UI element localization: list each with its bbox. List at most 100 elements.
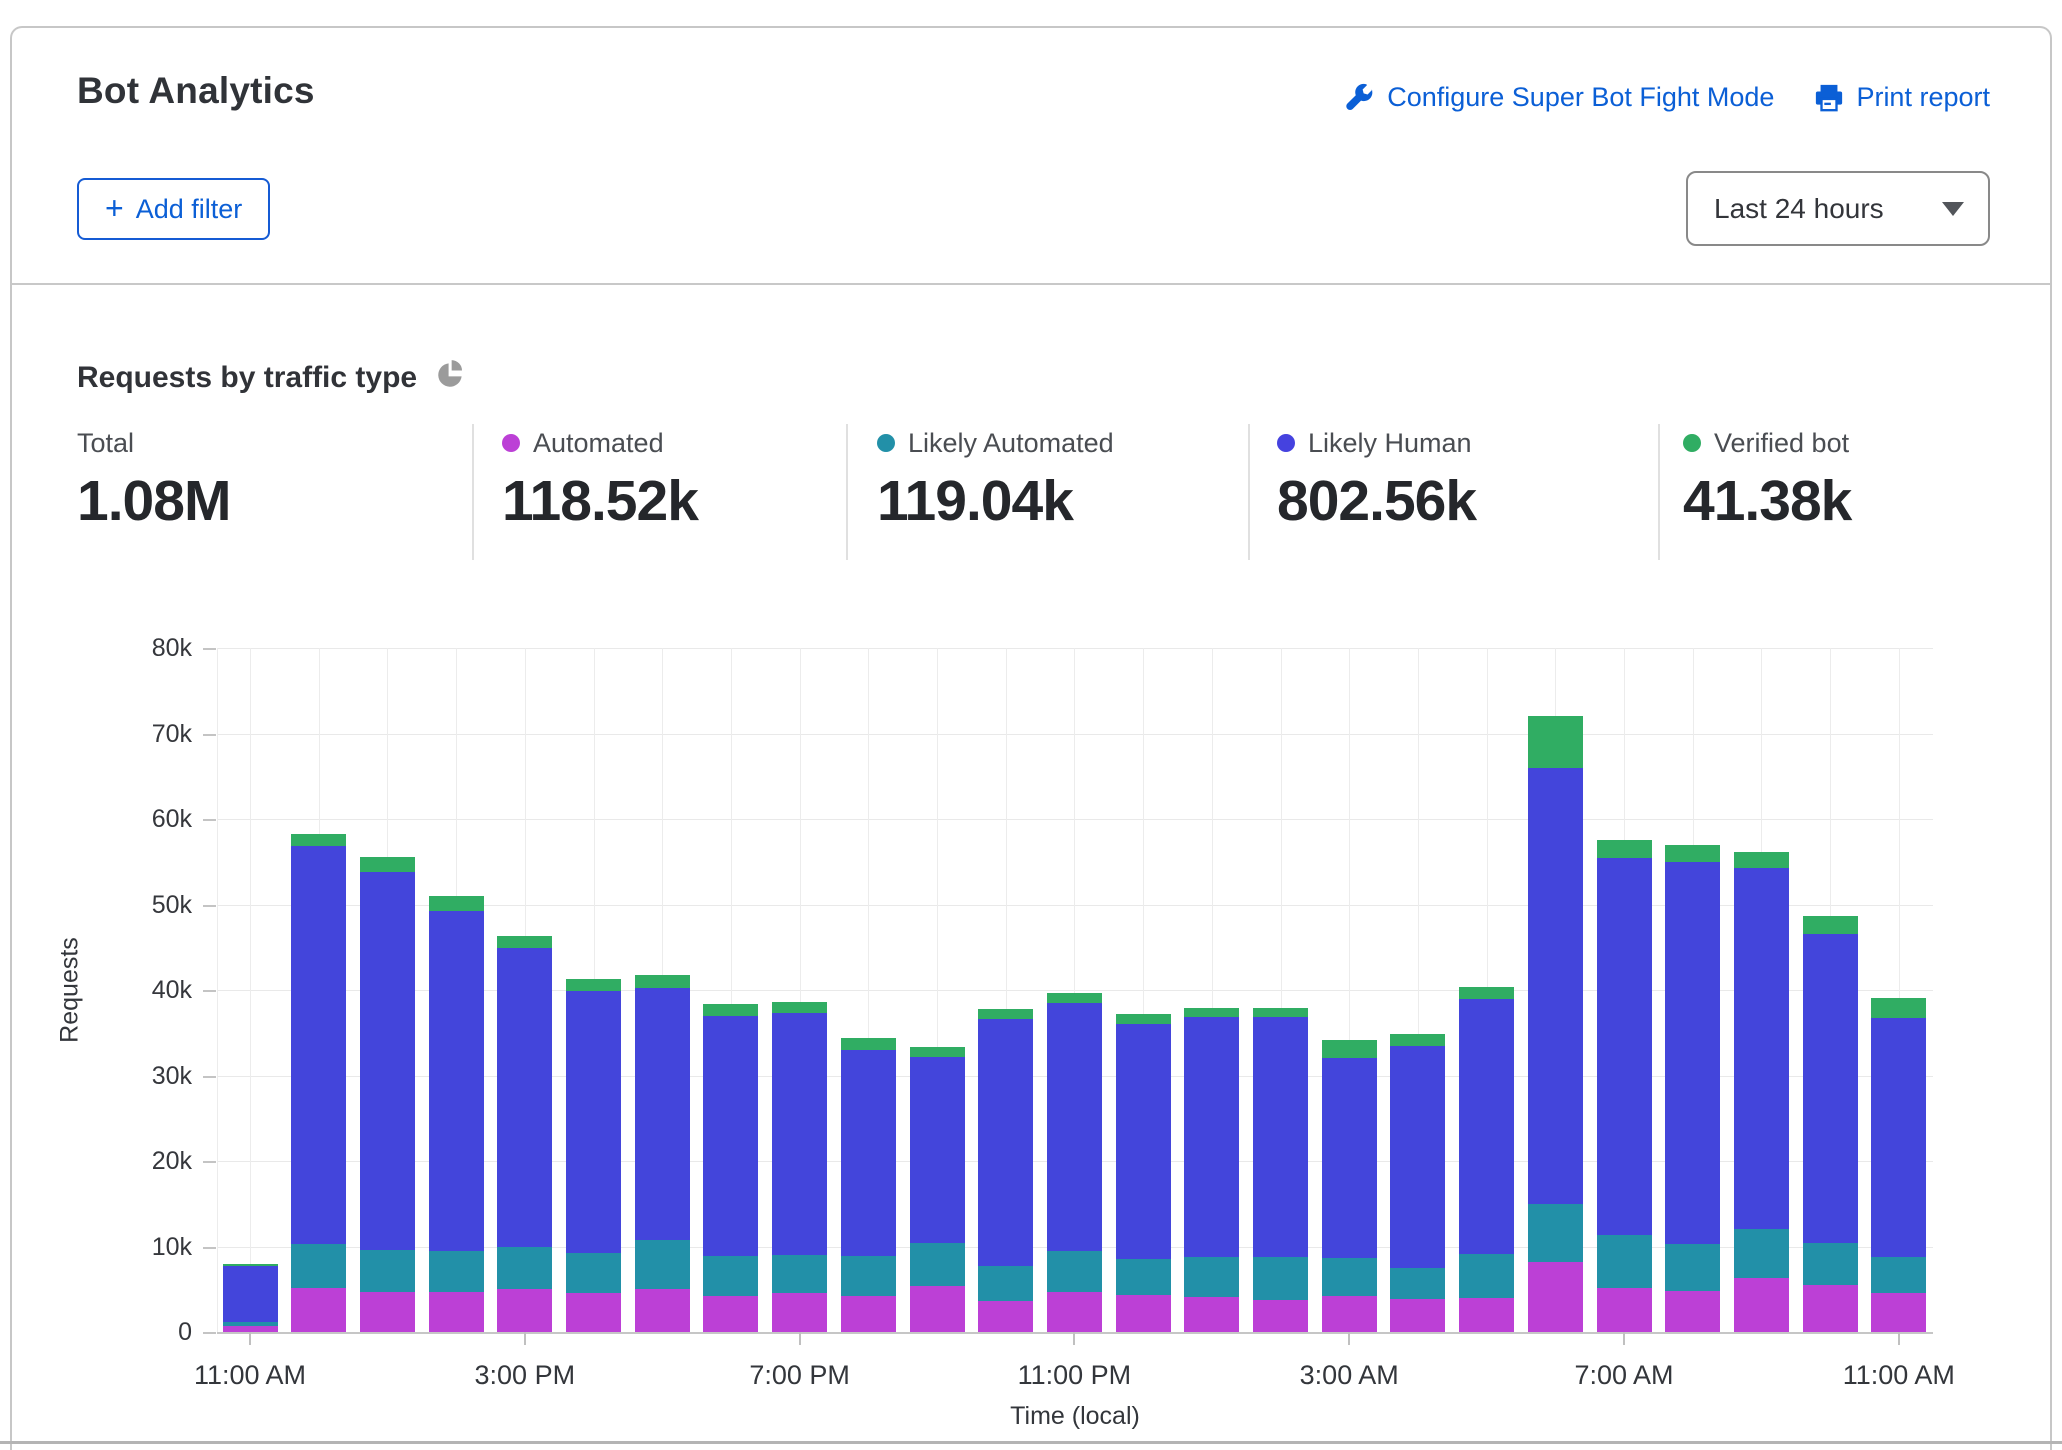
segment-likely-human — [223, 1266, 278, 1322]
bar-900am[interactable] — [1734, 648, 1789, 1332]
stat-divider — [472, 424, 474, 560]
bar-1200pm[interactable] — [291, 648, 346, 1332]
segment-automated — [635, 1289, 690, 1332]
segment-verified-bot — [1734, 852, 1789, 867]
bar-700am[interactable] — [1597, 648, 1652, 1332]
segment-likely-automated — [1734, 1229, 1789, 1279]
segment-likely-human — [910, 1057, 965, 1243]
bar-800am[interactable] — [1665, 648, 1720, 1332]
x-axis-tick-label: 11:00 PM — [954, 1360, 1194, 1391]
y-axis-tick — [203, 1076, 216, 1078]
x-axis-tick — [524, 1332, 526, 1345]
bar-100am[interactable] — [1184, 648, 1239, 1332]
print-report-link[interactable]: Print report — [1814, 82, 1990, 113]
section-title-row: Requests by traffic type — [77, 360, 465, 395]
segment-likely-automated — [635, 1240, 690, 1290]
bar-200pm[interactable] — [429, 648, 484, 1332]
stat-verified-bot[interactable]: Verified bot 41.38k — [1683, 426, 1851, 534]
bar-500am[interactable] — [1459, 648, 1514, 1332]
x-axis-tick — [1348, 1332, 1350, 1345]
segment-likely-human — [291, 846, 346, 1244]
bar-700pm[interactable] — [772, 648, 827, 1332]
stat-total-value: 1.08M — [77, 468, 230, 534]
segment-automated — [1459, 1298, 1514, 1332]
segment-likely-human — [1871, 1018, 1926, 1257]
bar-300am[interactable] — [1322, 648, 1377, 1332]
segment-likely-human — [772, 1013, 827, 1255]
segment-likely-human — [978, 1019, 1033, 1266]
bar-600am[interactable] — [1528, 648, 1583, 1332]
segment-verified-bot — [910, 1047, 965, 1056]
segment-automated — [1047, 1292, 1102, 1332]
verified-bot-legend-dot — [1683, 434, 1701, 452]
segment-likely-automated — [841, 1256, 896, 1296]
segment-verified-bot — [1253, 1008, 1308, 1017]
configure-super-bot-fight-mode-link[interactable]: Configure Super Bot Fight Mode — [1345, 82, 1774, 113]
stat-likely-automated[interactable]: Likely Automated 119.04k — [877, 426, 1114, 534]
configure-link-label: Configure Super Bot Fight Mode — [1387, 82, 1774, 113]
page-title: Bot Analytics — [77, 70, 315, 112]
bar-200am[interactable] — [1253, 648, 1308, 1332]
segment-likely-automated — [1253, 1257, 1308, 1301]
stat-likely-human[interactable]: Likely Human 802.56k — [1277, 426, 1476, 534]
segment-likely-automated — [978, 1266, 1033, 1301]
segment-automated — [1116, 1295, 1171, 1332]
segment-likely-automated — [1871, 1257, 1926, 1293]
y-axis-tick-label: 60k — [97, 805, 192, 834]
segment-automated — [978, 1301, 1033, 1332]
wrench-icon — [1345, 83, 1375, 113]
segment-verified-bot — [841, 1038, 896, 1050]
x-axis-tick — [799, 1332, 801, 1345]
segment-likely-automated — [497, 1247, 552, 1289]
segment-automated — [1597, 1288, 1652, 1332]
bar-800pm[interactable] — [841, 648, 896, 1332]
segment-automated — [1184, 1297, 1239, 1332]
x-axis-tick — [1623, 1332, 1625, 1345]
bar-900pm[interactable] — [910, 648, 965, 1332]
stat-automated[interactable]: Automated 118.52k — [502, 426, 698, 534]
y-axis-tick — [203, 905, 216, 907]
stat-verified-bot-value: 41.38k — [1683, 468, 1851, 534]
segment-verified-bot — [1184, 1008, 1239, 1017]
bar-1100pm[interactable] — [1047, 648, 1102, 1332]
segment-likely-automated — [1528, 1204, 1583, 1262]
y-axis-tick-label: 0 — [97, 1318, 192, 1347]
y-axis-tick-label: 10k — [97, 1233, 192, 1262]
stat-total: Total 1.08M — [77, 426, 230, 534]
section-title: Requests by traffic type — [77, 361, 417, 395]
segment-likely-human — [1597, 858, 1652, 1235]
bar-1100am[interactable] — [1871, 648, 1926, 1332]
bar-1000pm[interactable] — [978, 648, 1033, 1332]
segment-automated — [910, 1286, 965, 1332]
add-filter-button[interactable]: + Add filter — [77, 178, 270, 240]
bar-600pm[interactable] — [703, 648, 758, 1332]
segment-likely-human — [360, 872, 415, 1250]
plus-icon: + — [105, 192, 124, 224]
segment-verified-bot — [1665, 845, 1720, 862]
stat-divider — [1248, 424, 1250, 560]
bar-100pm[interactable] — [360, 648, 415, 1332]
bar-1100am[interactable] — [223, 648, 278, 1332]
segment-likely-automated — [1803, 1243, 1858, 1285]
bar-1200am[interactable] — [1116, 648, 1171, 1332]
bar-300pm[interactable] — [497, 648, 552, 1332]
segment-likely-human — [703, 1016, 758, 1256]
bar-400am[interactable] — [1390, 648, 1445, 1332]
chevron-down-icon — [1942, 202, 1964, 216]
y-axis-tick-label: 20k — [97, 1147, 192, 1176]
segment-automated — [1322, 1296, 1377, 1332]
bar-400pm[interactable] — [566, 648, 621, 1332]
segment-likely-human — [841, 1050, 896, 1256]
print-link-label: Print report — [1856, 82, 1990, 113]
segment-likely-automated — [910, 1243, 965, 1286]
segment-likely-human — [1322, 1058, 1377, 1258]
segment-likely-human — [429, 911, 484, 1251]
bar-500pm[interactable] — [635, 648, 690, 1332]
bar-1000am[interactable] — [1803, 648, 1858, 1332]
time-range-select[interactable]: Last 24 hours — [1686, 171, 1990, 246]
segment-likely-human — [1184, 1017, 1239, 1257]
gridline-vertical — [217, 648, 218, 1332]
segment-verified-bot — [429, 896, 484, 911]
x-axis-tick-label: 3:00 AM — [1229, 1360, 1469, 1391]
stat-verified-bot-label: Verified bot — [1714, 428, 1849, 459]
